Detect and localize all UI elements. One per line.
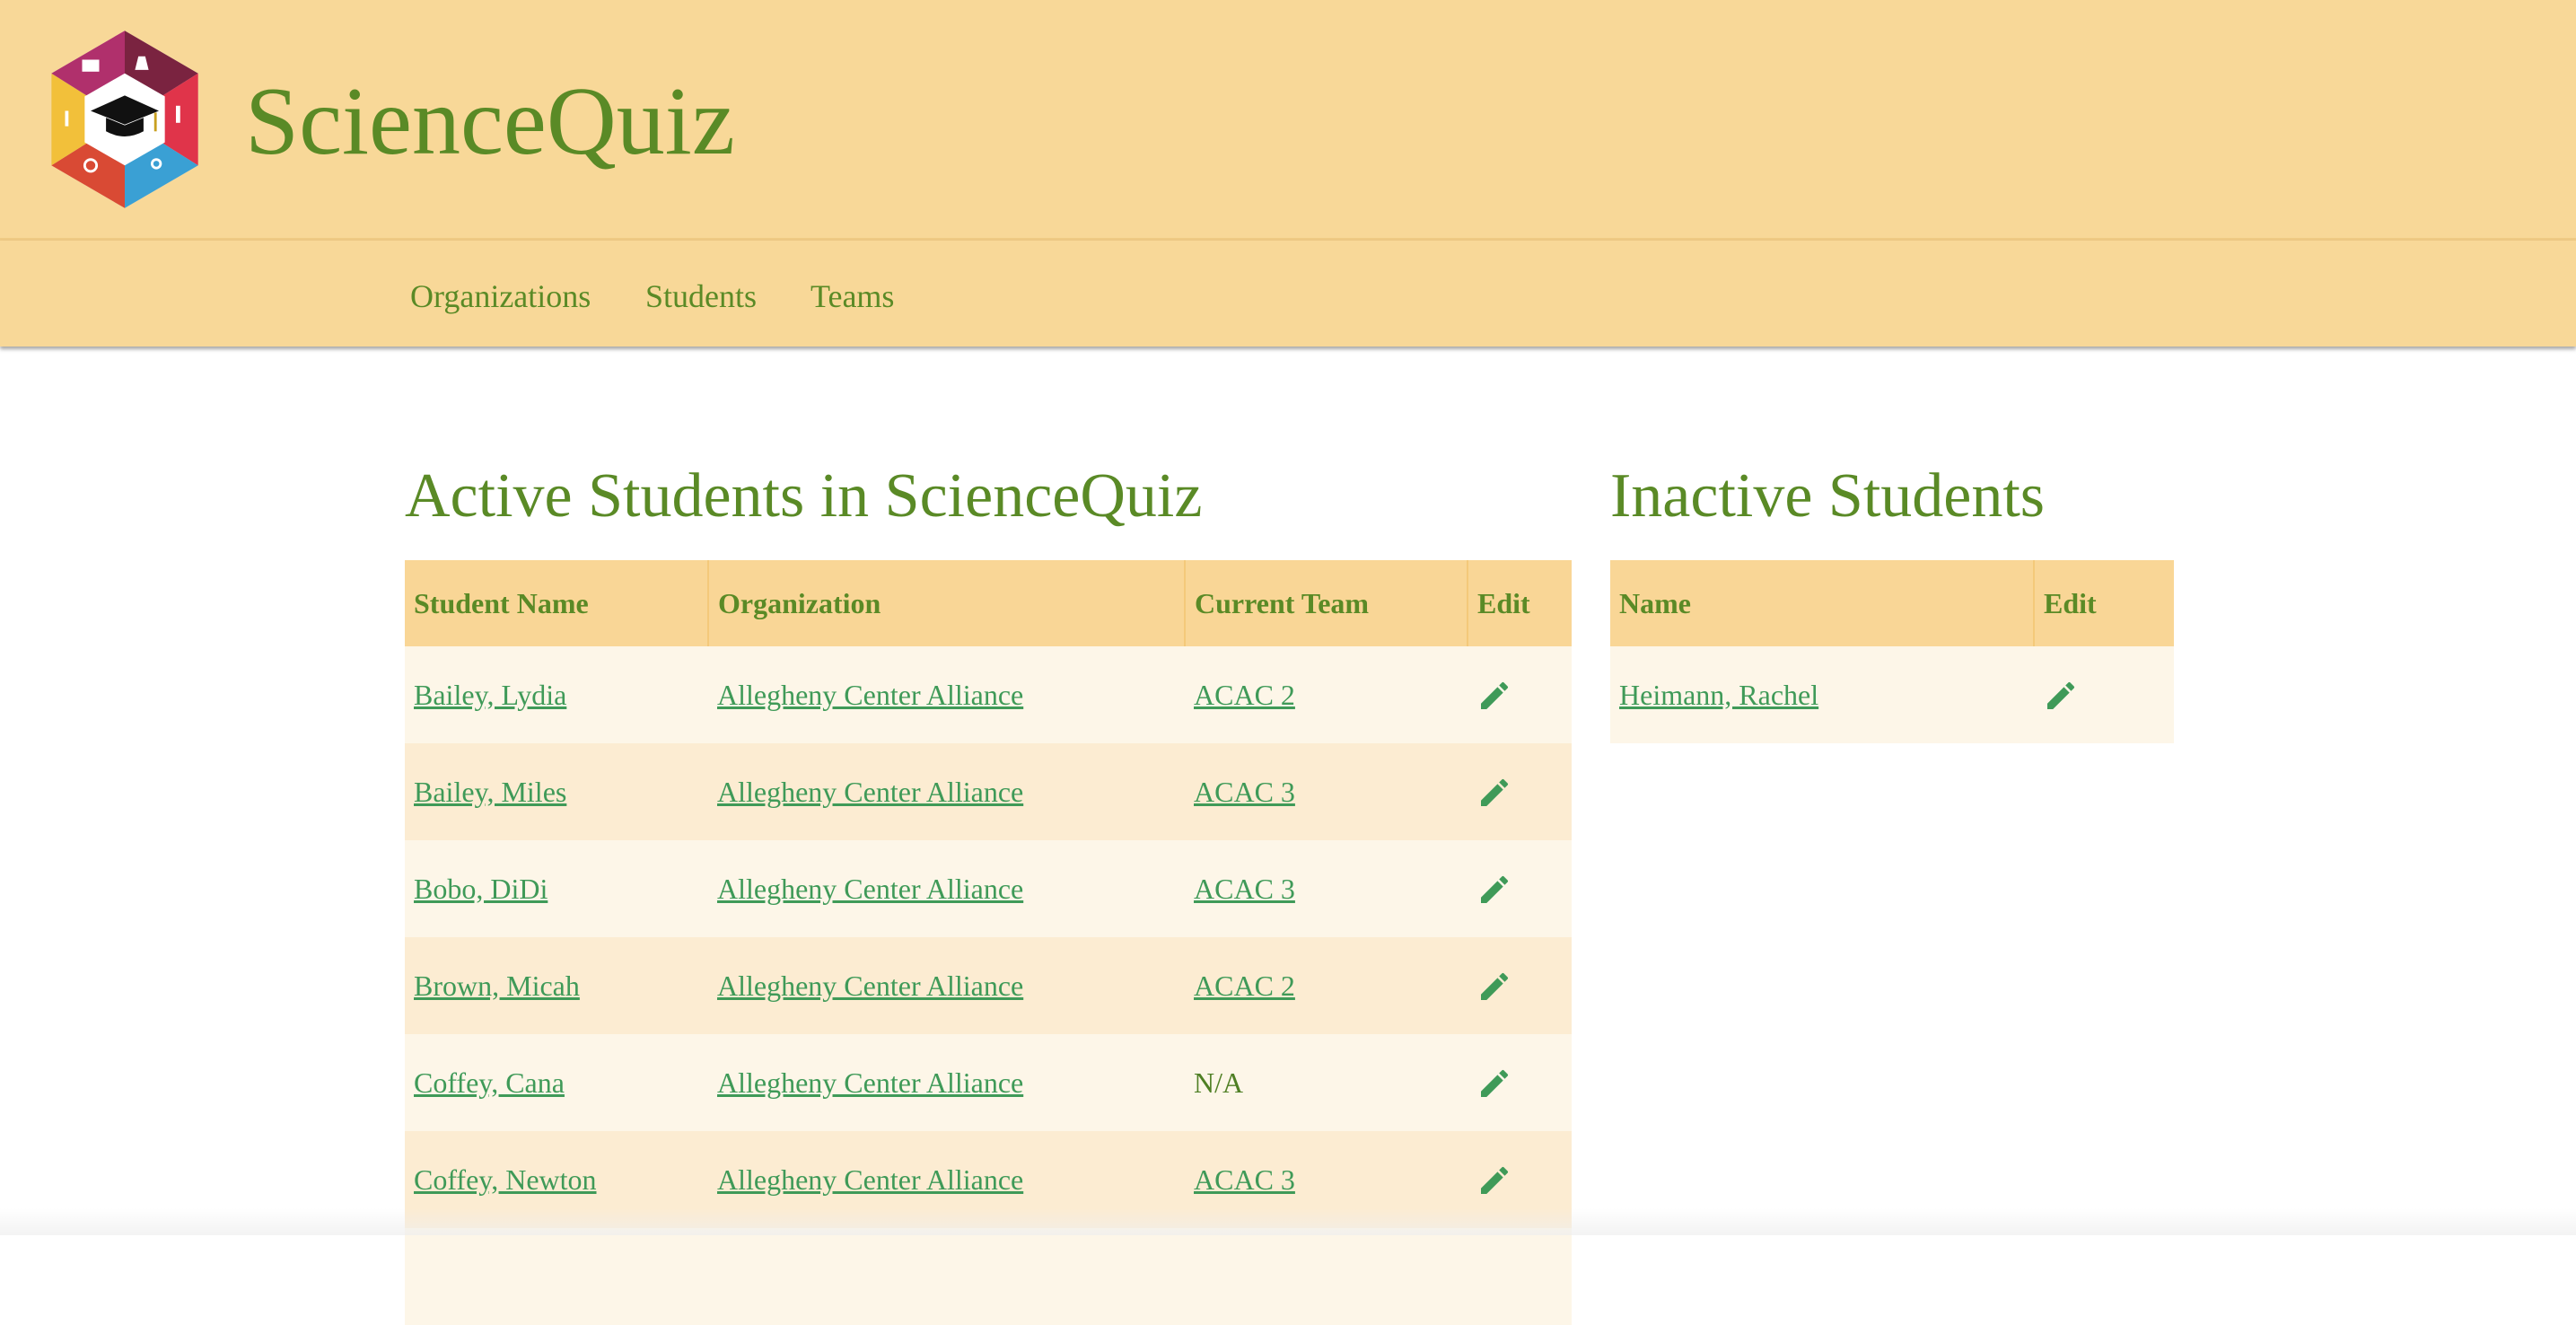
column-header-name[interactable]: Name	[1610, 560, 2035, 646]
student-name-cell: Brown, Micah	[405, 937, 708, 1034]
nav-organizations[interactable]: Organizations	[410, 277, 591, 315]
table-row: Bobo, DiDi Allegheny Center Alliance ACA…	[405, 840, 1572, 937]
inactive-students-table: Name Edit Heimann, Rachel	[1610, 560, 2174, 743]
student-name-cell: Coffey, Cana	[405, 1034, 708, 1131]
team-cell: ACAC 2	[1185, 937, 1468, 1034]
inactive-students-title: Inactive Students	[1610, 461, 2046, 531]
student-name-cell: Bailey, Lydia	[405, 646, 708, 743]
team-cell: ACAC 2	[1185, 646, 1468, 743]
organization-cell: Allegheny Center Alliance	[708, 743, 1185, 840]
edit-cell	[1468, 1228, 1572, 1325]
organization-link[interactable]: Allegheny Center Alliance	[717, 873, 1023, 905]
organization-link[interactable]: Allegheny Center Alliance	[717, 1066, 1023, 1099]
column-header-organization[interactable]: Organization	[708, 560, 1186, 646]
team-cell: N/A	[1185, 1034, 1468, 1131]
organization-link[interactable]: Allegheny Center Alliance	[717, 1163, 1023, 1196]
table-row: Bailey, Lydia Allegheny Center Alliance …	[405, 646, 1572, 743]
team-cell: ACAC 3	[1185, 840, 1468, 937]
edit-cell	[1468, 937, 1572, 1034]
organization-cell	[708, 1228, 1185, 1325]
column-header-edit: Edit	[1468, 560, 1572, 646]
pencil-icon[interactable]	[1476, 1066, 1512, 1101]
pencil-icon[interactable]	[1476, 775, 1512, 811]
student-name-link[interactable]: Heimann, Rachel	[1619, 679, 1818, 711]
sciencequiz-logo[interactable]	[39, 27, 210, 212]
table-row-partial	[405, 1228, 1572, 1325]
table-row: Bailey, Miles Allegheny Center Alliance …	[405, 743, 1572, 840]
edit-cell	[1468, 646, 1572, 743]
student-name-link[interactable]: Bobo, DiDi	[414, 873, 548, 905]
organization-cell: Allegheny Center Alliance	[708, 1034, 1185, 1131]
pencil-icon[interactable]	[1476, 678, 1512, 714]
student-name-cell: Bailey, Miles	[405, 743, 708, 840]
pencil-icon[interactable]	[2043, 678, 2079, 714]
organization-link[interactable]: Allegheny Center Alliance	[717, 970, 1023, 1002]
table-row: Coffey, Cana Allegheny Center Alliance N…	[405, 1034, 1572, 1131]
pencil-icon[interactable]	[1476, 872, 1512, 908]
team-link[interactable]: ACAC 3	[1194, 776, 1295, 808]
edit-cell	[1468, 743, 1572, 840]
team-cell: ACAC 3	[1185, 743, 1468, 840]
edit-cell	[2034, 646, 2174, 743]
column-header-edit: Edit	[2034, 560, 2174, 646]
team-text: N/A	[1194, 1066, 1244, 1099]
student-name-cell: Heimann, Rachel	[1610, 646, 2034, 743]
edit-cell	[1468, 1034, 1572, 1131]
column-header-student-name[interactable]: Student Name	[405, 560, 709, 646]
student-name-link[interactable]: Brown, Micah	[414, 970, 580, 1002]
active-students-title: Active Students in ScienceQuiz	[405, 461, 1203, 531]
student-name-link[interactable]: Coffey, Newton	[414, 1163, 597, 1196]
table-row: Heimann, Rachel	[1610, 646, 2174, 743]
team-link[interactable]: ACAC 2	[1194, 970, 1295, 1002]
student-name-cell: Bobo, DiDi	[405, 840, 708, 937]
student-name-link[interactable]: Coffey, Cana	[414, 1066, 565, 1099]
table-header-row: Student Name Organization Current Team E…	[405, 560, 1572, 646]
team-link[interactable]: ACAC 3	[1194, 873, 1295, 905]
organization-link[interactable]: Allegheny Center Alliance	[717, 679, 1023, 711]
organization-cell: Allegheny Center Alliance	[708, 840, 1185, 937]
student-name-link[interactable]: Bailey, Lydia	[414, 679, 566, 711]
organization-cell: Allegheny Center Alliance	[708, 646, 1185, 743]
app-title[interactable]: ScienceQuiz	[245, 74, 735, 171]
pencil-icon[interactable]	[1476, 969, 1512, 1005]
team-link[interactable]: ACAC 2	[1194, 679, 1295, 711]
student-name-link[interactable]: Bailey, Miles	[414, 776, 566, 808]
column-header-current-team[interactable]: Current Team	[1185, 560, 1468, 646]
team-cell	[1185, 1228, 1468, 1325]
student-name-cell	[405, 1228, 708, 1325]
edit-cell	[1468, 840, 1572, 937]
table-row: Brown, Micah Allegheny Center Alliance A…	[405, 937, 1572, 1034]
app-header: ScienceQuiz	[0, 0, 2576, 241]
nav-teams[interactable]: Teams	[810, 277, 894, 315]
scroll-fade	[0, 1208, 2576, 1235]
organization-link[interactable]: Allegheny Center Alliance	[717, 776, 1023, 808]
pencil-icon[interactable]	[1476, 1163, 1512, 1198]
team-link[interactable]: ACAC 3	[1194, 1163, 1295, 1196]
table-header-row: Name Edit	[1610, 560, 2174, 646]
main-nav: Organizations Students Teams	[0, 241, 2576, 347]
organization-cell: Allegheny Center Alliance	[708, 937, 1185, 1034]
nav-students[interactable]: Students	[645, 277, 757, 315]
